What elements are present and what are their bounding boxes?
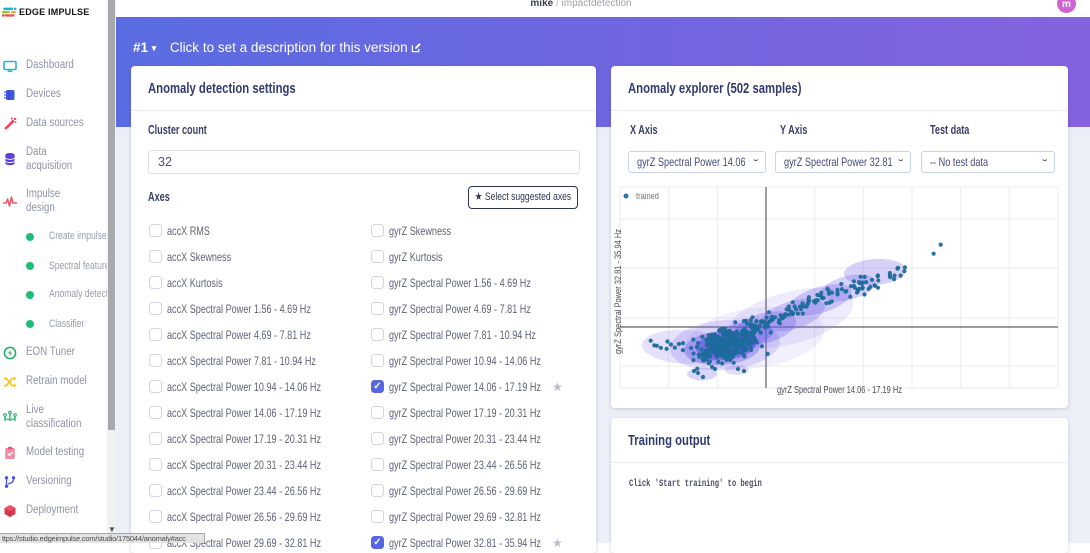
svg-text:trained: trained bbox=[636, 191, 659, 201]
svg-text:gyrZ Spectral Power 14.06 - 17: gyrZ Spectral Power 14.06 - 17.19 Hz bbox=[777, 384, 902, 396]
svg-text:gyrZ Spectral Power 32.81 - 3: gyrZ Spectral Power 32.81 - 35.94 Hz bbox=[613, 229, 624, 354]
